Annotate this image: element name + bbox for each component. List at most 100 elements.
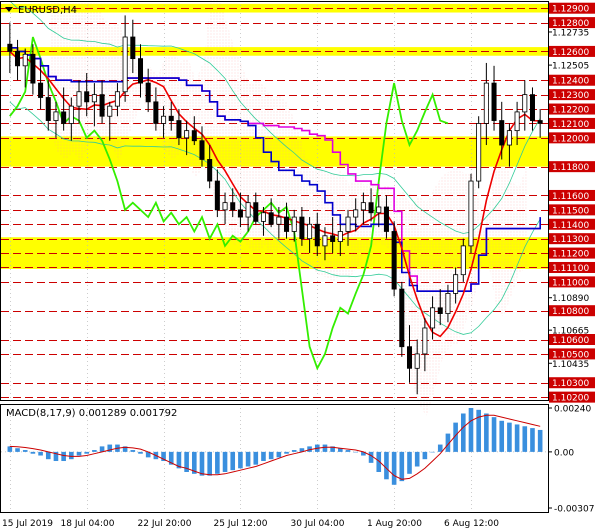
macd-bar <box>484 413 489 452</box>
x-tick-label: 30 Jul 04:00 <box>291 519 345 529</box>
candle-body <box>61 111 67 124</box>
candle-body <box>437 307 443 314</box>
candle-body <box>291 216 297 232</box>
candle-body <box>184 130 190 139</box>
macd-bar <box>384 451 389 480</box>
macd-bar <box>215 451 220 474</box>
y-tick-label: 1.11300 <box>552 235 589 245</box>
y-tick-label: 1.12600 <box>552 48 589 58</box>
candle-body <box>68 105 74 124</box>
macd-bar <box>30 451 36 454</box>
macd-bar <box>92 450 97 452</box>
macd-bar <box>530 428 535 452</box>
y-tick-label: 1.11500 <box>552 206 589 216</box>
macd-bar <box>61 451 66 462</box>
chart-title: EURUSD,H4 <box>18 5 77 16</box>
candle-body <box>268 212 274 225</box>
macd-name: MACD(8,17,9) <box>6 408 76 419</box>
macd-bar <box>76 451 82 456</box>
macd-bar <box>391 451 397 485</box>
candle-body <box>345 216 351 232</box>
candle-body <box>107 105 113 117</box>
y-tick-label: 1.12300 <box>552 91 589 101</box>
macd-bar <box>460 413 466 452</box>
candle <box>476 116 482 189</box>
y-tick-label: 1.12900 <box>552 5 589 15</box>
candle <box>468 173 474 254</box>
candle-body <box>383 206 389 232</box>
candle-body <box>168 115 174 121</box>
macd-bar <box>491 417 497 452</box>
candle-body <box>30 53 36 84</box>
candle-body <box>53 111 59 121</box>
candle-body <box>483 82 489 124</box>
candle-body <box>237 209 243 218</box>
macd-bar <box>7 446 13 452</box>
candle-body <box>91 94 97 103</box>
candle-body <box>537 120 543 124</box>
macd-bar <box>84 451 90 454</box>
candle-body <box>376 206 382 214</box>
candle-body <box>76 91 82 107</box>
candle-body <box>199 140 205 160</box>
candle-body <box>430 307 436 329</box>
candle-body <box>414 353 420 369</box>
y-tick-label: 1.10800 <box>552 307 589 317</box>
candle-body <box>145 82 151 103</box>
candle-body <box>422 327 428 355</box>
y-tick-label: 1.12000 <box>552 134 589 144</box>
candle-body <box>15 51 21 67</box>
candle-body <box>529 94 535 121</box>
macd-bar <box>407 451 412 474</box>
candle-body <box>299 216 305 240</box>
candle-body <box>99 94 105 117</box>
candle-body <box>445 293 451 314</box>
macd-bar <box>22 450 28 452</box>
candle-body <box>114 91 120 107</box>
candle-body <box>22 53 28 67</box>
y-tick-label: 1.10890 <box>552 294 589 304</box>
macd-bar <box>476 409 481 452</box>
y-tick-label: 1.11800 <box>552 163 589 173</box>
candle-body <box>137 58 144 84</box>
candle-body <box>130 36 136 60</box>
candle-body <box>45 97 51 121</box>
y-tick-label: 1.11400 <box>552 221 589 231</box>
candle-body <box>122 36 128 93</box>
candle-body <box>276 216 282 225</box>
y-tick-label: 1.11100 <box>552 264 589 274</box>
macd-bar <box>522 426 528 452</box>
x-tick-label: 1 Aug 20:00 <box>367 519 422 529</box>
macd-bar <box>422 451 428 460</box>
macd-bar <box>268 451 274 460</box>
macd-bar <box>468 408 474 452</box>
macd-bar <box>437 444 443 452</box>
macd-bar <box>130 450 136 452</box>
macd-bar <box>199 451 205 476</box>
macd-value-b: 0.001792 <box>130 408 178 419</box>
macd-bar <box>253 451 259 465</box>
macd-bar <box>322 444 328 452</box>
y-tick-label: 1.10300 <box>552 379 589 389</box>
macd-bar <box>414 451 420 467</box>
candle-body <box>7 43 13 52</box>
candle-body <box>499 120 505 146</box>
y-tick-label: 1.10600 <box>552 336 589 346</box>
candle-body <box>491 82 497 121</box>
y-tick-label: 1.11200 <box>552 250 589 260</box>
candle-body <box>453 274 459 294</box>
macd-bar <box>345 450 351 452</box>
candle-body <box>207 159 213 182</box>
x-tick-label: 6 Aug 12:00 <box>444 519 499 529</box>
candle <box>391 221 397 297</box>
macd-bar <box>514 424 520 452</box>
y-tick-label: 1.12400 <box>552 77 589 87</box>
y-tick-label: 1.12505 <box>552 62 589 72</box>
macd-bar <box>207 451 212 476</box>
candle <box>399 281 405 357</box>
y-tick-label: 1.12100 <box>552 120 589 130</box>
candle-body <box>230 202 236 211</box>
y-tick-label: 1.11600 <box>552 192 589 202</box>
macd-bar <box>537 429 543 452</box>
macd-bar <box>38 451 43 456</box>
